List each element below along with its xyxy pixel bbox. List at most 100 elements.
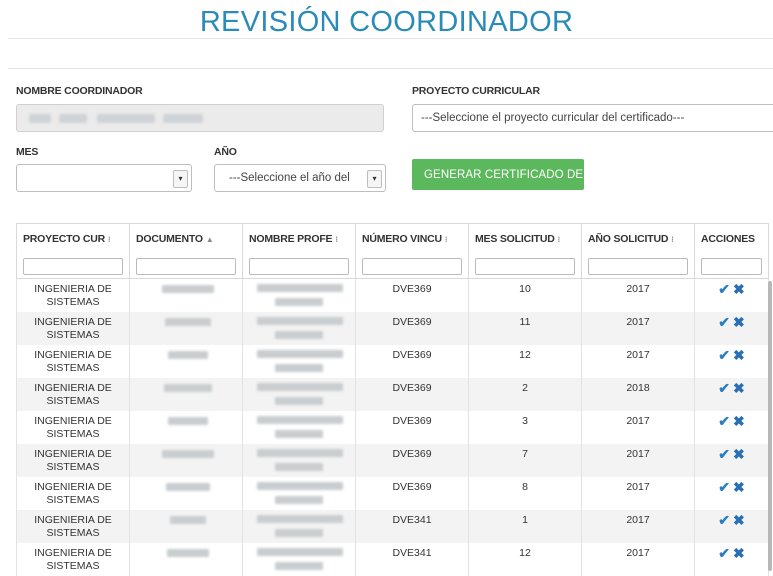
- generate-certificate-button[interactable]: GENERAR CERTIFICADO DE C: [412, 159, 584, 190]
- chevron-down-icon: ▾: [173, 170, 188, 188]
- cell-document: [129, 377, 243, 411]
- close-icon[interactable]: ✖: [733, 545, 745, 561]
- check-icon[interactable]: ✔: [718, 314, 730, 330]
- cell-month: 3: [468, 410, 582, 444]
- sort-asc-icon: ▲: [205, 235, 214, 244]
- filter-link-number-input[interactable]: [362, 257, 462, 275]
- cell-project: INGENIERIA DE SISTEMAS: [16, 377, 130, 411]
- cell-teacher-name: [242, 278, 356, 312]
- cell-link-number: DVE369: [355, 344, 469, 378]
- cell-year: 2017: [581, 443, 695, 477]
- cell-document: [129, 278, 243, 312]
- cell-document: [129, 476, 243, 510]
- filter-document-input[interactable]: [136, 257, 236, 275]
- cell-teacher-name: [242, 542, 356, 576]
- cell-month: 2: [468, 377, 582, 411]
- cell-teacher-name: [242, 311, 356, 345]
- close-icon[interactable]: ✖: [733, 347, 745, 363]
- cell-document: [129, 542, 243, 576]
- project-select[interactable]: ---Seleccione el proyecto curricular del…: [412, 104, 773, 132]
- check-icon[interactable]: ✔: [718, 380, 730, 396]
- year-select[interactable]: ---Seleccione el año del ▾: [214, 164, 386, 192]
- cell-actions: ✔ ✖: [694, 278, 769, 312]
- cell-actions: ✔ ✖: [694, 410, 769, 444]
- filter-month-input[interactable]: [475, 257, 575, 275]
- month-select[interactable]: ▾: [16, 164, 192, 192]
- close-icon[interactable]: ✖: [733, 446, 745, 462]
- year-select-value: ---Seleccione el año del: [229, 172, 350, 184]
- title-divider: [8, 38, 773, 39]
- project-select-value: ---Seleccione el proyecto curricular del…: [421, 112, 685, 124]
- table-row: INGENIERIA DE SISTEMAS DVE369 2 2018 ✔ ✖: [16, 377, 769, 411]
- cell-actions: ✔ ✖: [694, 311, 769, 345]
- cell-teacher-name: [242, 509, 356, 543]
- cell-month: 12: [468, 542, 582, 576]
- cell-actions: ✔ ✖: [694, 542, 769, 576]
- cell-actions: ✔ ✖: [694, 509, 769, 543]
- check-icon[interactable]: ✔: [718, 413, 730, 429]
- column-header-project[interactable]: PROYECTO CUR ⁝: [16, 223, 130, 254]
- close-icon[interactable]: ✖: [733, 512, 745, 528]
- close-icon[interactable]: ✖: [733, 479, 745, 495]
- cell-link-number: DVE369: [355, 377, 469, 411]
- column-header-actions: ACCIONES: [694, 223, 769, 254]
- cell-actions: ✔ ✖: [694, 476, 769, 510]
- year-label: AÑO: [214, 146, 237, 158]
- cell-project: INGENIERIA DE SISTEMAS: [16, 278, 130, 312]
- cell-actions: ✔ ✖: [694, 443, 769, 477]
- page-title: REVISIÓN COORDINADOR: [199, 6, 574, 38]
- filter-teacher-input[interactable]: [249, 257, 349, 275]
- check-icon[interactable]: ✔: [718, 545, 730, 561]
- table-row: INGENIERIA DE SISTEMAS DVE369 12 2017 ✔ ✖: [16, 344, 769, 378]
- table-row: INGENIERIA DE SISTEMAS DVE341 1 2017 ✔ ✖: [16, 509, 769, 543]
- close-icon[interactable]: ✖: [733, 314, 745, 330]
- cell-document: [129, 410, 243, 444]
- coordinator-label: NOMBRE COORDINADOR: [16, 85, 143, 97]
- filter-project-input[interactable]: [23, 257, 123, 275]
- filter-year-input[interactable]: [588, 257, 688, 275]
- check-icon[interactable]: ✔: [718, 446, 730, 462]
- cell-teacher-name: [242, 344, 356, 378]
- cell-year: 2017: [581, 278, 695, 312]
- vertical-scrollbar[interactable]: [768, 281, 772, 571]
- cell-document: [129, 311, 243, 345]
- close-icon[interactable]: ✖: [733, 281, 745, 297]
- cell-project: INGENIERIA DE SISTEMAS: [16, 344, 130, 378]
- sort-icon: ⁝: [444, 235, 448, 244]
- cell-project: INGENIERIA DE SISTEMAS: [16, 476, 130, 510]
- table-row: INGENIERIA DE SISTEMAS DVE369 10 2017 ✔ ✖: [16, 278, 769, 312]
- cell-project: INGENIERIA DE SISTEMAS: [16, 509, 130, 543]
- check-icon[interactable]: ✔: [718, 281, 730, 297]
- column-header-document[interactable]: DOCUMENTO ▲: [129, 223, 243, 254]
- filter-actions-input[interactable]: [701, 257, 762, 275]
- cell-year: 2017: [581, 542, 695, 576]
- cell-year: 2017: [581, 311, 695, 345]
- cell-year: 2017: [581, 509, 695, 543]
- requests-table: PROYECTO CUR ⁝ DOCUMENTO ▲ NOMBRE PROFE ⁝ N…: [16, 223, 769, 576]
- check-icon[interactable]: ✔: [718, 512, 730, 528]
- close-icon[interactable]: ✖: [733, 380, 745, 396]
- table-row: INGENIERIA DE SISTEMAS DVE369 3 2017 ✔ ✖: [16, 410, 769, 444]
- cell-link-number: DVE369: [355, 410, 469, 444]
- cell-teacher-name: [242, 476, 356, 510]
- column-header-year[interactable]: AÑO SOLICITUD ⁝: [581, 223, 695, 254]
- cell-month: 12: [468, 344, 582, 378]
- cell-document: [129, 443, 243, 477]
- column-header-month[interactable]: MES SOLICITUD ⁝: [468, 223, 582, 254]
- cell-actions: ✔ ✖: [694, 344, 769, 378]
- table-row: INGENIERIA DE SISTEMAS DVE341 12 2017 ✔ ✖: [16, 542, 769, 576]
- table-row: INGENIERIA DE SISTEMAS DVE369 7 2017 ✔ ✖: [16, 443, 769, 477]
- chevron-down-icon: ▾: [367, 170, 382, 188]
- column-header-teacher[interactable]: NOMBRE PROFE ⁝: [242, 223, 356, 254]
- cell-actions: ✔ ✖: [694, 377, 769, 411]
- cell-month: 8: [468, 476, 582, 510]
- column-header-link-number[interactable]: NÚMERO VINCU ⁝: [355, 223, 469, 254]
- cell-link-number: DVE369: [355, 476, 469, 510]
- cell-month: 1: [468, 509, 582, 543]
- coordinator-name-field: [16, 104, 384, 132]
- cell-link-number: DVE341: [355, 509, 469, 543]
- close-icon[interactable]: ✖: [733, 413, 745, 429]
- check-icon[interactable]: ✔: [718, 479, 730, 495]
- check-icon[interactable]: ✔: [718, 347, 730, 363]
- month-label: MES: [16, 146, 39, 158]
